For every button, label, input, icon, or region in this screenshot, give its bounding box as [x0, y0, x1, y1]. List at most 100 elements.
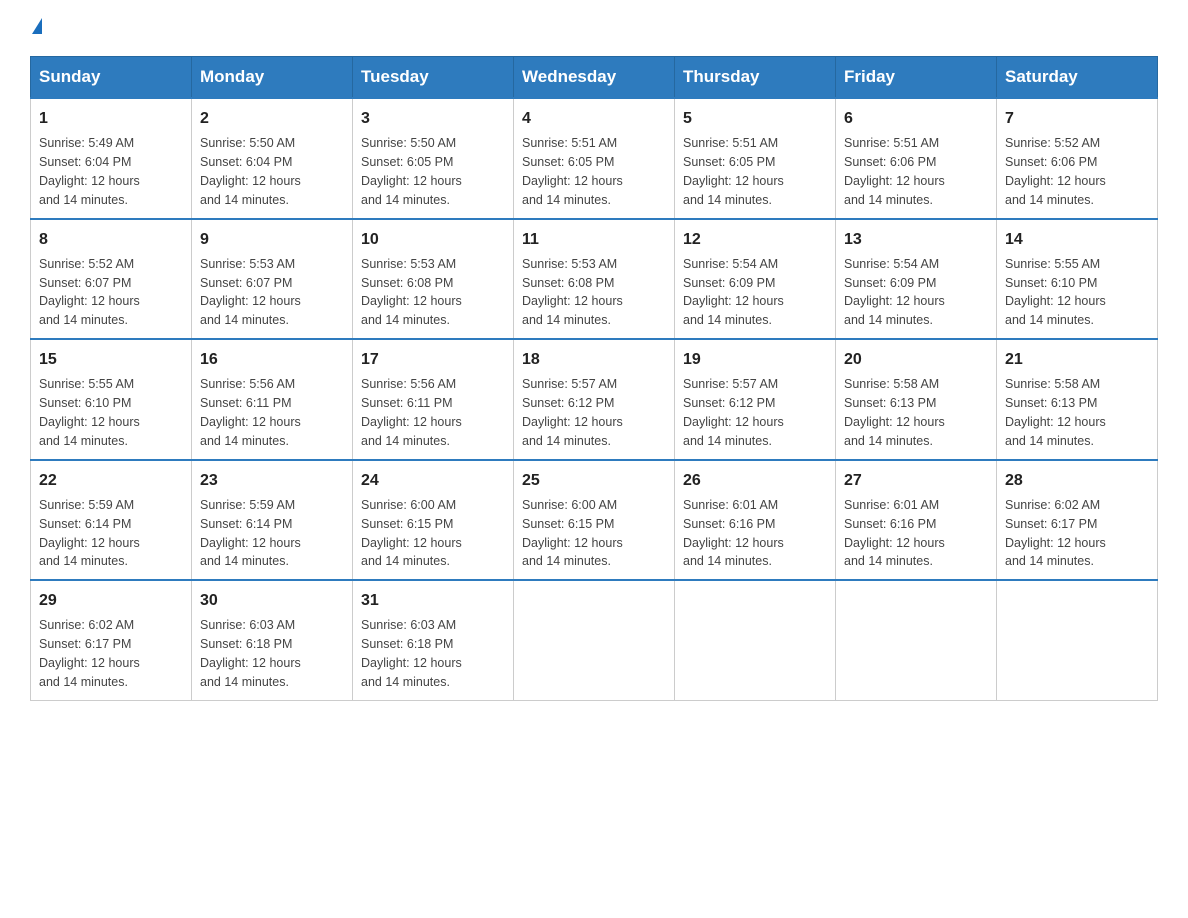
day-info: Sunrise: 6:03 AMSunset: 6:18 PMDaylight:…: [361, 618, 462, 689]
calendar-table: SundayMondayTuesdayWednesdayThursdayFrid…: [30, 56, 1158, 701]
calendar-cell: 9 Sunrise: 5:53 AMSunset: 6:07 PMDaylight…: [192, 219, 353, 340]
calendar-cell: 25Sunrise: 6:00 AMSunset: 6:15 PMDayligh…: [514, 460, 675, 581]
day-number: 29: [39, 589, 183, 612]
day-number: 26: [683, 469, 827, 492]
calendar-cell: 18Sunrise: 5:57 AMSunset: 6:12 PMDayligh…: [514, 339, 675, 460]
day-info: Sunrise: 5:58 AMSunset: 6:13 PMDaylight:…: [1005, 377, 1106, 448]
logo-triangle-icon: [32, 18, 42, 34]
calendar-cell: 10 Sunrise: 5:53 AMSunset: 6:08 PMDayligh…: [353, 219, 514, 340]
col-header-thursday: Thursday: [675, 57, 836, 99]
page-header: [30, 20, 1158, 36]
day-number: 25: [522, 469, 666, 492]
calendar-cell: 20Sunrise: 5:58 AMSunset: 6:13 PMDayligh…: [836, 339, 997, 460]
calendar-cell: 2 Sunrise: 5:50 AMSunset: 6:04 PMDaylight…: [192, 98, 353, 219]
day-number: 30: [200, 589, 344, 612]
day-number: 12: [683, 228, 827, 251]
col-header-monday: Monday: [192, 57, 353, 99]
day-info: Sunrise: 5:53 AMSunset: 6:07 PMDaylight:…: [200, 257, 301, 328]
day-number: 11: [522, 228, 666, 251]
calendar-cell: 17 Sunrise: 5:56 AMSunset: 6:11 PMDayligh…: [353, 339, 514, 460]
day-number: 16: [200, 348, 344, 371]
day-info: Sunrise: 5:54 AMSunset: 6:09 PMDaylight:…: [683, 257, 784, 328]
day-info: Sunrise: 5:55 AMSunset: 6:10 PMDaylight:…: [39, 377, 140, 448]
day-info: Sunrise: 6:01 AMSunset: 6:16 PMDaylight:…: [683, 498, 784, 569]
day-number: 3: [361, 107, 505, 130]
day-number: 20: [844, 348, 988, 371]
day-number: 24: [361, 469, 505, 492]
calendar-cell: 22 Sunrise: 5:59 AMSunset: 6:14 PMDayligh…: [31, 460, 192, 581]
day-number: 27: [844, 469, 988, 492]
day-info: Sunrise: 6:03 AMSunset: 6:18 PMDaylight:…: [200, 618, 301, 689]
day-number: 22: [39, 469, 183, 492]
day-number: 4: [522, 107, 666, 130]
calendar-cell: 24 Sunrise: 6:00 AMSunset: 6:15 PMDayligh…: [353, 460, 514, 581]
calendar-cell: 13Sunrise: 5:54 AMSunset: 6:09 PMDayligh…: [836, 219, 997, 340]
day-number: 6: [844, 107, 988, 130]
day-info: Sunrise: 5:50 AMSunset: 6:05 PMDaylight:…: [361, 136, 462, 207]
col-header-wednesday: Wednesday: [514, 57, 675, 99]
day-info: Sunrise: 5:53 AMSunset: 6:08 PMDaylight:…: [522, 257, 623, 328]
day-number: 17: [361, 348, 505, 371]
day-info: Sunrise: 5:56 AMSunset: 6:11 PMDaylight:…: [200, 377, 301, 448]
calendar-cell: 7 Sunrise: 5:52 AMSunset: 6:06 PMDaylight…: [997, 98, 1158, 219]
day-info: Sunrise: 6:02 AMSunset: 6:17 PMDaylight:…: [1005, 498, 1106, 569]
calendar-cell: 23Sunrise: 5:59 AMSunset: 6:14 PMDayligh…: [192, 460, 353, 581]
day-number: 7: [1005, 107, 1149, 130]
day-number: 2: [200, 107, 344, 130]
calendar-cell: 27 Sunrise: 6:01 AMSunset: 6:16 PMDayligh…: [836, 460, 997, 581]
calendar-cell: 15 Sunrise: 5:55 AMSunset: 6:10 PMDayligh…: [31, 339, 192, 460]
calendar-cell: 26 Sunrise: 6:01 AMSunset: 6:16 PMDayligh…: [675, 460, 836, 581]
calendar-cell: 11 Sunrise: 5:53 AMSunset: 6:08 PMDayligh…: [514, 219, 675, 340]
col-header-tuesday: Tuesday: [353, 57, 514, 99]
calendar-cell: 14 Sunrise: 5:55 AMSunset: 6:10 PMDayligh…: [997, 219, 1158, 340]
calendar-cell: 19 Sunrise: 5:57 AMSunset: 6:12 PMDayligh…: [675, 339, 836, 460]
calendar-cell: 12 Sunrise: 5:54 AMSunset: 6:09 PMDayligh…: [675, 219, 836, 340]
calendar-cell: 21 Sunrise: 5:58 AMSunset: 6:13 PMDayligh…: [997, 339, 1158, 460]
day-info: Sunrise: 5:56 AMSunset: 6:11 PMDaylight:…: [361, 377, 462, 448]
calendar-week-row: 22 Sunrise: 5:59 AMSunset: 6:14 PMDayligh…: [31, 460, 1158, 581]
day-number: 9: [200, 228, 344, 251]
day-number: 14: [1005, 228, 1149, 251]
day-number: 19: [683, 348, 827, 371]
calendar-cell: 28 Sunrise: 6:02 AMSunset: 6:17 PMDayligh…: [997, 460, 1158, 581]
day-info: Sunrise: 6:01 AMSunset: 6:16 PMDaylight:…: [844, 498, 945, 569]
col-header-saturday: Saturday: [997, 57, 1158, 99]
day-number: 5: [683, 107, 827, 130]
day-number: 10: [361, 228, 505, 251]
day-number: 15: [39, 348, 183, 371]
day-number: 1: [39, 107, 183, 130]
day-info: Sunrise: 5:52 AMSunset: 6:06 PMDaylight:…: [1005, 136, 1106, 207]
calendar-cell: 1 Sunrise: 5:49 AMSunset: 6:04 PMDaylight…: [31, 98, 192, 219]
day-info: Sunrise: 5:59 AMSunset: 6:14 PMDaylight:…: [39, 498, 140, 569]
day-info: Sunrise: 5:53 AMSunset: 6:08 PMDaylight:…: [361, 257, 462, 328]
day-info: Sunrise: 5:55 AMSunset: 6:10 PMDaylight:…: [1005, 257, 1106, 328]
day-info: Sunrise: 5:50 AMSunset: 6:04 PMDaylight:…: [200, 136, 301, 207]
day-info: Sunrise: 5:57 AMSunset: 6:12 PMDaylight:…: [683, 377, 784, 448]
calendar-cell: 16 Sunrise: 5:56 AMSunset: 6:11 PMDayligh…: [192, 339, 353, 460]
col-header-sunday: Sunday: [31, 57, 192, 99]
calendar-cell: 3 Sunrise: 5:50 AMSunset: 6:05 PMDaylight…: [353, 98, 514, 219]
day-info: Sunrise: 6:00 AMSunset: 6:15 PMDaylight:…: [361, 498, 462, 569]
day-info: Sunrise: 5:51 AMSunset: 6:05 PMDaylight:…: [683, 136, 784, 207]
logo: [30, 20, 42, 36]
calendar-cell: 29Sunrise: 6:02 AMSunset: 6:17 PMDayligh…: [31, 580, 192, 700]
day-info: Sunrise: 5:59 AMSunset: 6:14 PMDaylight:…: [200, 498, 301, 569]
day-info: Sunrise: 5:49 AMSunset: 6:04 PMDaylight:…: [39, 136, 140, 207]
calendar-cell: [836, 580, 997, 700]
calendar-cell: 4 Sunrise: 5:51 AMSunset: 6:05 PMDaylight…: [514, 98, 675, 219]
day-number: 21: [1005, 348, 1149, 371]
day-info: Sunrise: 5:52 AMSunset: 6:07 PMDaylight:…: [39, 257, 140, 328]
calendar-cell: [514, 580, 675, 700]
calendar-cell: 30 Sunrise: 6:03 AMSunset: 6:18 PMDayligh…: [192, 580, 353, 700]
day-info: Sunrise: 5:51 AMSunset: 6:05 PMDaylight:…: [522, 136, 623, 207]
calendar-week-row: 15 Sunrise: 5:55 AMSunset: 6:10 PMDayligh…: [31, 339, 1158, 460]
day-info: Sunrise: 5:54 AMSunset: 6:09 PMDaylight:…: [844, 257, 945, 328]
calendar-cell: 6 Sunrise: 5:51 AMSunset: 6:06 PMDaylight…: [836, 98, 997, 219]
day-number: 28: [1005, 469, 1149, 492]
calendar-header-row: SundayMondayTuesdayWednesdayThursdayFrid…: [31, 57, 1158, 99]
calendar-week-row: 1 Sunrise: 5:49 AMSunset: 6:04 PMDaylight…: [31, 98, 1158, 219]
calendar-cell: [675, 580, 836, 700]
calendar-week-row: 29Sunrise: 6:02 AMSunset: 6:17 PMDayligh…: [31, 580, 1158, 700]
calendar-cell: 5 Sunrise: 5:51 AMSunset: 6:05 PMDaylight…: [675, 98, 836, 219]
day-info: Sunrise: 5:51 AMSunset: 6:06 PMDaylight:…: [844, 136, 945, 207]
